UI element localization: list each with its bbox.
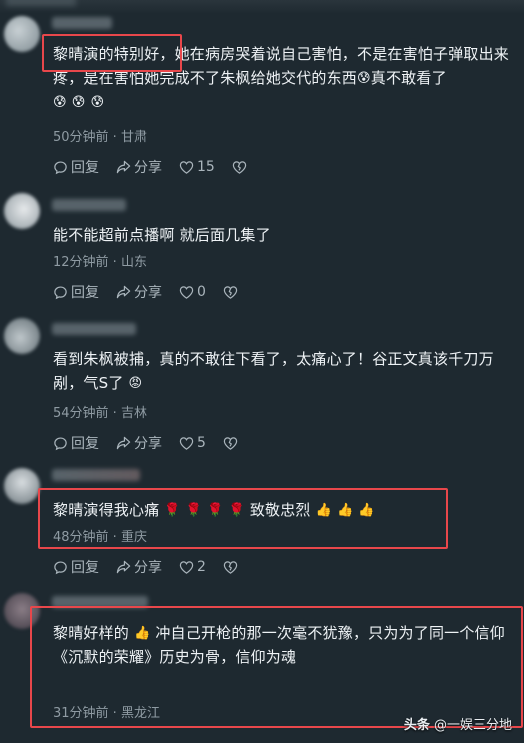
reply-button[interactable]: 回复 [53,557,99,577]
dislike-button[interactable] [223,285,238,300]
like-count: 2 [197,559,206,575]
comment-text: 看到朱枫被捕，真的不敢往下看了，太痛心了！谷正文真该千刀万剐，气S了 😡 [53,350,494,392]
heart-icon [179,560,194,574]
share-button[interactable]: 分享 [116,157,162,177]
share-icon [116,285,131,298]
broken-heart-icon [232,160,247,174]
highlight-box [42,34,182,72]
avatar[interactable] [4,468,40,504]
comment-text: 能不能超前点播啊 就后面几集了 [53,226,271,244]
heart-icon [179,160,194,174]
share-icon [116,560,131,573]
avatar[interactable] [4,16,40,52]
share-icon [116,436,131,449]
share-button[interactable]: 分享 [116,282,162,302]
dislike-button[interactable] [223,436,238,451]
like-count: 5 [197,435,206,451]
reply-icon [54,285,67,299]
username-blurred[interactable] [52,199,126,211]
angry-face-emoji: 😡 [128,376,143,391]
reply-button[interactable]: 回复 [53,157,99,177]
dislike-button[interactable] [223,560,238,575]
share-button[interactable]: 分享 [116,433,162,453]
share-button[interactable]: 分享 [116,557,162,577]
comment-meta: 50分钟前 · 甘肃 [53,130,147,145]
reply-button[interactable]: 回复 [53,282,99,302]
fearful-face-emoji: 😰 [357,71,371,86]
fearful-face-emoji: 😰 [90,95,105,110]
username-blurred[interactable] [52,469,140,481]
broken-heart-icon [223,285,238,299]
broken-heart-icon [223,560,238,574]
fearful-face-emoji: 😰 [53,95,67,110]
heart-icon [179,285,194,299]
highlight-box [38,488,448,549]
fearful-face-emoji: 😰 [71,95,86,110]
like-count: 15 [197,159,215,175]
share-icon [116,160,131,173]
watermark: 头条 @一娱三分地 [403,718,512,733]
reply-icon [54,560,67,574]
avatar[interactable] [4,193,40,229]
avatar[interactable] [4,318,40,354]
dislike-button[interactable] [232,160,247,175]
reply-button[interactable]: 回复 [53,433,99,453]
broken-heart-icon [223,436,238,450]
blurred-header-text [6,0,76,6]
like-button[interactable]: 5 [179,435,206,451]
heart-icon [179,436,194,450]
username-blurred[interactable] [52,17,112,29]
top-bar [0,0,524,14]
highlight-box [30,606,523,728]
comment-meta: 54分钟前 · 吉林 [53,406,147,421]
comment-meta: 12分钟前 · 山东 [53,255,147,270]
like-count: 0 [197,284,206,300]
reply-icon [54,160,67,174]
reply-icon [54,436,67,450]
like-button[interactable]: 0 [179,284,206,300]
username-blurred[interactable] [52,323,136,335]
like-button[interactable]: 15 [179,159,215,175]
like-button[interactable]: 2 [179,559,206,575]
